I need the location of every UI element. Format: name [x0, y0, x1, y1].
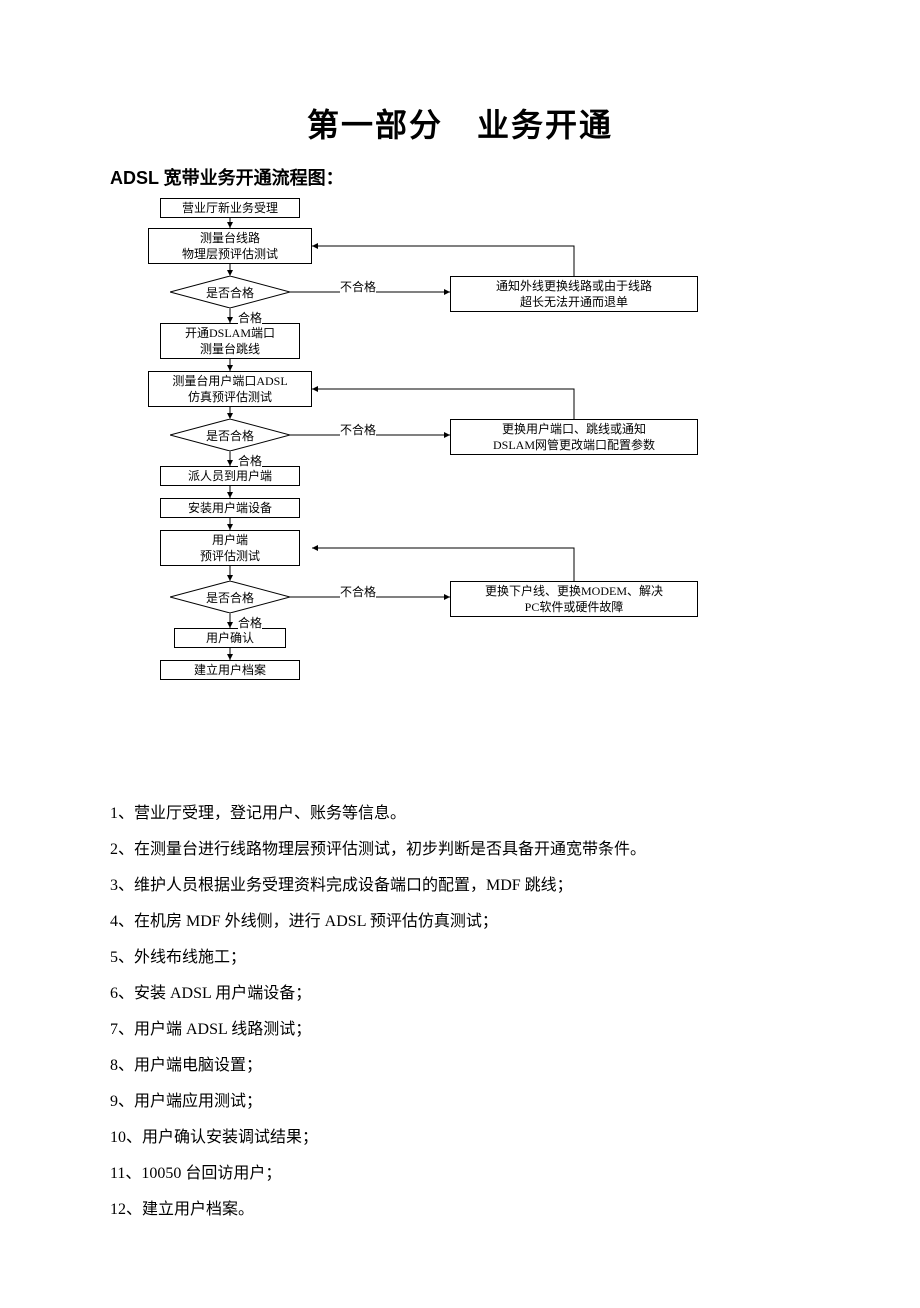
step-item: 5、外线布线施工；	[110, 940, 810, 976]
flow-node-confirm: 用户确认	[174, 628, 286, 648]
label-pass-1: 合格	[238, 309, 262, 326]
step-item: 2、在测量台进行线路物理层预评估测试，初步判断是否具备开通宽带条件。	[110, 832, 810, 868]
document-page: 第一部分 业务开通 ADSL 宽带业务开通流程图：	[0, 0, 920, 1308]
step-item: 9、用户端应用测试；	[110, 1084, 810, 1120]
flow-node-archive: 建立用户档案	[160, 660, 300, 680]
flow-node-accept: 营业厅新业务受理	[160, 198, 300, 218]
flow-node-open-port: 开通DSLAM端口 测量台跳线	[160, 323, 300, 359]
flow-node-pretest-line: 测量台线路 物理层预评估测试	[148, 228, 312, 264]
step-item: 12、建立用户档案。	[110, 1192, 810, 1228]
flow-action-replace-line: 通知外线更换线路或由于线路 超长无法开通而退单	[450, 276, 698, 312]
flow-node-install: 安装用户端设备	[160, 498, 300, 518]
flow-node-user-test: 用户端 预评估测试	[160, 530, 300, 566]
flow-action-replace-modem: 更换下户线、更换MODEM、解决 PC软件或硬件故障	[450, 581, 698, 617]
flow-node-dispatch: 派人员到用户端	[160, 466, 300, 486]
label-fail-2: 不合格	[340, 421, 376, 438]
label-fail-1: 不合格	[340, 278, 376, 295]
flow-action-replace-port: 更换用户端口、跳线或通知 DSLAM网管更改端口配置参数	[450, 419, 698, 455]
flowchart: 营业厅新业务受理 测量台线路 物理层预评估测试 是否合格 开通DSLAM端口 测…	[140, 198, 700, 778]
step-list: 1、营业厅受理，登记用户、账务等信息。2、在测量台进行线路物理层预评估测试，初步…	[110, 796, 810, 1228]
step-item: 1、营业厅受理，登记用户、账务等信息。	[110, 796, 810, 832]
step-item: 6、安装 ADSL 用户端设备；	[110, 976, 810, 1012]
label-pass-3: 合格	[238, 614, 262, 631]
step-item: 10、用户确认安装调试结果；	[110, 1120, 810, 1156]
step-item: 11、10050 台回访用户；	[110, 1156, 810, 1192]
label-pass-2: 合格	[238, 452, 262, 469]
step-item: 8、用户端电脑设置；	[110, 1048, 810, 1084]
flow-node-sim-test: 测量台用户端口ADSL 仿真预评估测试	[148, 371, 312, 407]
flowchart-title: ADSL 宽带业务开通流程图：	[110, 164, 810, 190]
step-item: 3、维护人员根据业务受理资料完成设备端口的配置，MDF 跳线；	[110, 868, 810, 904]
flow-decision-2: 是否合格	[170, 419, 290, 451]
flow-decision-3: 是否合格	[170, 581, 290, 613]
step-item: 7、用户端 ADSL 线路测试；	[110, 1012, 810, 1048]
label-fail-3: 不合格	[340, 583, 376, 600]
step-item: 4、在机房 MDF 外线侧，进行 ADSL 预评估仿真测试；	[110, 904, 810, 940]
flow-decision-1: 是否合格	[170, 276, 290, 308]
page-title: 第一部分 业务开通	[110, 100, 810, 146]
